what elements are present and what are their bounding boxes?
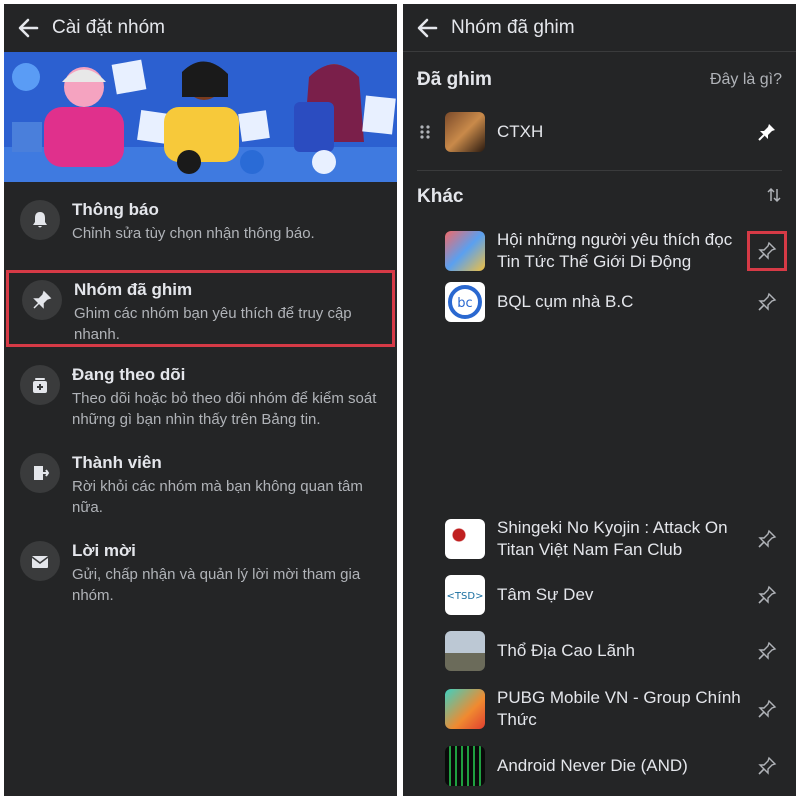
group-name: Android Never Die (AND)	[497, 756, 688, 775]
back-arrow-icon[interactable]	[16, 16, 40, 40]
other-section-header: Khác	[403, 171, 796, 223]
pin-icon[interactable]	[752, 524, 782, 554]
setting-title: Thông báo	[72, 200, 159, 219]
setting-invites[interactable]: Lời mời Gửi, chấp nhận và quản lý lời mờ…	[4, 533, 397, 613]
pinned-group-row[interactable]: CTXH	[403, 108, 796, 156]
group-name: PUBG Mobile VN - Group Chính Thức	[497, 688, 741, 729]
unpin-icon[interactable]	[752, 117, 782, 147]
pin-icon[interactable]	[752, 636, 782, 666]
header: Nhóm đã ghim	[403, 4, 796, 52]
group-avatar	[445, 689, 485, 729]
page-title: Cài đặt nhóm	[52, 17, 166, 38]
envelope-icon	[20, 541, 60, 581]
setting-pinned-groups[interactable]: Nhóm đã ghim Ghim các nhóm bạn yêu thích…	[6, 270, 395, 347]
settings-list: Thông báo Chỉnh sửa tùy chọn nhận thông …	[4, 182, 397, 613]
header: Cài đặt nhóm	[4, 4, 397, 52]
pin-icon[interactable]	[752, 580, 782, 610]
group-row[interactable]: PUBG Mobile VN - Group Chính Thức	[403, 679, 796, 739]
group-row[interactable]: Hội những người yêu thích đọc Tin Tức Th…	[403, 223, 796, 279]
setting-title: Nhóm đã ghim	[74, 280, 193, 299]
follow-box-icon	[20, 365, 60, 405]
group-avatar: bc	[445, 282, 485, 322]
pinned-groups-screen: Nhóm đã ghim Đã ghim Đây là gì? CTXH Khá…	[403, 4, 796, 796]
group-avatar	[445, 112, 485, 152]
group-avatar	[445, 746, 485, 786]
setting-description: Rời khỏi các nhóm mà bạn không quan tâm …	[72, 478, 363, 516]
pin-icon[interactable]	[752, 287, 782, 317]
setting-description: Chỉnh sửa tùy chọn nhận thông báo.	[72, 225, 315, 242]
group-avatar	[445, 631, 485, 671]
group-row[interactable]: Shingeki No Kyojin : Attack On Titan Việ…	[403, 511, 796, 567]
pin-icon[interactable]	[752, 751, 782, 781]
group-avatar	[445, 231, 485, 271]
pin-icon[interactable]	[747, 231, 787, 271]
setting-title: Đang theo dõi	[72, 365, 186, 384]
setting-title: Thành viên	[72, 453, 162, 472]
setting-membership[interactable]: Thành viên Rời khỏi các nhóm mà bạn khôn…	[4, 445, 397, 525]
group-name: Tâm Sự Dev	[497, 585, 594, 604]
group-name: BQL cụm nhà B.C	[497, 292, 634, 311]
bell-icon	[20, 200, 60, 240]
setting-description: Ghim các nhóm bạn yêu thích để truy cập …	[74, 305, 352, 343]
setting-title: Lời mời	[72, 541, 136, 560]
whats-this-link[interactable]: Đây là gì?	[710, 71, 782, 89]
section-title: Khác	[417, 186, 464, 207]
svg-text:<TSD>: <TSD>	[447, 591, 484, 602]
group-avatar: <TSD>	[445, 575, 485, 615]
banner-illustration	[4, 52, 397, 182]
group-settings-screen: Cài đặt nhóm Thông báo Chỉnh sửa tùy chọ…	[4, 4, 397, 796]
group-row[interactable]: bc BQL cụm nhà B.C	[403, 279, 796, 325]
pin-icon[interactable]	[752, 694, 782, 724]
group-name: Shingeki No Kyojin : Attack On Titan Việ…	[497, 518, 728, 559]
leave-door-icon	[20, 453, 60, 493]
setting-notifications[interactable]: Thông báo Chỉnh sửa tùy chọn nhận thông …	[4, 192, 397, 262]
group-row[interactable]: Android Never Die (AND)	[403, 739, 796, 793]
page-title: Nhóm đã ghim	[451, 16, 575, 38]
group-row[interactable]: Thổ Địa Cao Lãnh	[403, 623, 796, 679]
setting-following[interactable]: Đang theo dõi Theo dõi hoặc bỏ theo dõi …	[4, 357, 397, 437]
group-name: CTXH	[497, 122, 544, 141]
drag-handle-icon[interactable]	[417, 124, 433, 140]
back-arrow-icon[interactable]	[415, 16, 439, 40]
setting-description: Theo dõi hoặc bỏ theo dõi nhóm để kiểm s…	[72, 390, 377, 428]
pinned-section-header: Đã ghim Đây là gì?	[403, 52, 796, 108]
group-name: Hội những người yêu thích đọc Tin Tức Th…	[497, 230, 733, 271]
pin-icon	[22, 280, 62, 320]
svg-text:bc: bc	[457, 296, 472, 311]
setting-description: Gửi, chấp nhận và quản lý lời mời tham g…	[72, 566, 361, 604]
group-row[interactable]: <TSD> Tâm Sự Dev	[403, 567, 796, 623]
section-title: Đã ghim	[417, 69, 492, 90]
group-name: Thổ Địa Cao Lãnh	[497, 641, 635, 660]
sort-icon[interactable]	[766, 187, 782, 208]
group-avatar	[445, 519, 485, 559]
